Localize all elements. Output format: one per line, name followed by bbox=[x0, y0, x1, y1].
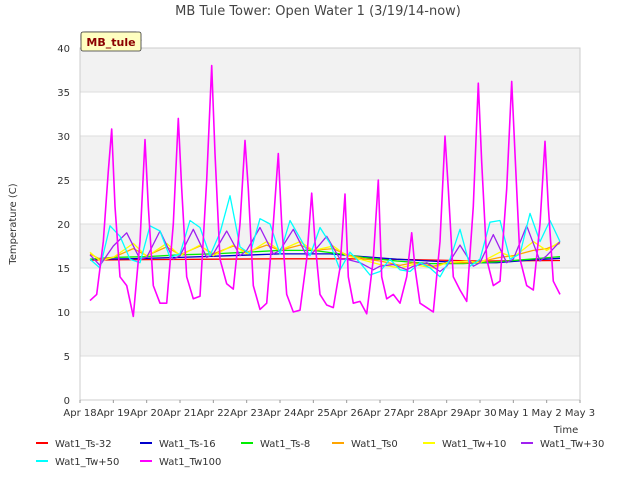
legend-label: Wat1_Ts-32 bbox=[55, 439, 112, 450]
legend-label: Wat1_Tw+30 bbox=[540, 439, 604, 450]
x-tick-label: Apr 26 bbox=[330, 408, 363, 419]
x-tick-label: Apr 29 bbox=[430, 408, 463, 419]
x-tick-label: May 2 bbox=[532, 408, 562, 419]
x-tick-label: Apr 25 bbox=[297, 408, 330, 419]
plot-band bbox=[80, 92, 580, 136]
y-tick-label: 15 bbox=[57, 264, 70, 275]
x-tick-label: May 1 bbox=[498, 408, 528, 419]
site-label-text: MB_tule bbox=[86, 36, 135, 49]
x-axis-label: Time bbox=[553, 425, 578, 436]
x-tick-label: Apr 30 bbox=[463, 408, 496, 419]
x-tick-label: Apr 18 bbox=[63, 408, 96, 419]
y-tick-label: 5 bbox=[64, 352, 70, 363]
y-tick-label: 30 bbox=[57, 132, 70, 143]
plot-band bbox=[80, 356, 580, 400]
y-tick-label: 20 bbox=[57, 220, 70, 231]
legend-label: Wat1_Tw+10 bbox=[442, 439, 506, 450]
legend-label: Wat1_Ts0 bbox=[351, 439, 398, 450]
plot-band bbox=[80, 312, 580, 356]
x-tick-label: Apr 19 bbox=[97, 408, 130, 419]
x-axis-ticks: Apr 18 Apr 19 Apr 20 Apr 21 Apr 22 Apr 23 Apr … bbox=[63, 400, 595, 419]
x-tick-label: Apr 24 bbox=[263, 408, 296, 419]
chart-title: MB Tule Tower: Open Water 1 (3/19/14-now… bbox=[175, 4, 461, 19]
legend-label: Wat1_Ts-16 bbox=[159, 439, 216, 450]
y-tick-label: 35 bbox=[57, 88, 70, 99]
x-tick-label: May 3 bbox=[565, 408, 595, 419]
y-axis-ticks: 0 5 10 15 20 25 30 35 40 bbox=[57, 44, 70, 407]
legend: Wat1_Ts-32 Wat1_Ts-16 Wat1_Ts-8 Wat1_Ts0 Wat… bbox=[36, 439, 604, 468]
chart-canvas: MB Tule Tower: Open Water 1 (3/19/14-now… bbox=[8, 4, 604, 468]
x-tick-label: Apr 21 bbox=[163, 408, 196, 419]
legend-label: Wat1_Tw+50 bbox=[55, 457, 119, 468]
plot-band bbox=[80, 48, 580, 92]
y-axis-label: Temperature (C) bbox=[8, 183, 19, 265]
legend-label: Wat1_Ts-8 bbox=[260, 439, 310, 450]
y-tick-label: 25 bbox=[57, 176, 70, 187]
x-tick-label: Apr 22 bbox=[197, 408, 230, 419]
y-tick-label: 0 bbox=[64, 396, 70, 407]
x-tick-label: Apr 27 bbox=[363, 408, 396, 419]
y-tick-label: 10 bbox=[57, 308, 70, 319]
x-tick-label: Apr 28 bbox=[397, 408, 430, 419]
x-tick-label: Apr 23 bbox=[230, 408, 263, 419]
x-tick-label: Apr 20 bbox=[130, 408, 163, 419]
y-tick-label: 40 bbox=[57, 44, 70, 55]
plot-band bbox=[80, 136, 580, 180]
site-label-box: MB_tule bbox=[80, 31, 142, 52]
legend-label: Wat1_Tw100 bbox=[159, 457, 221, 468]
